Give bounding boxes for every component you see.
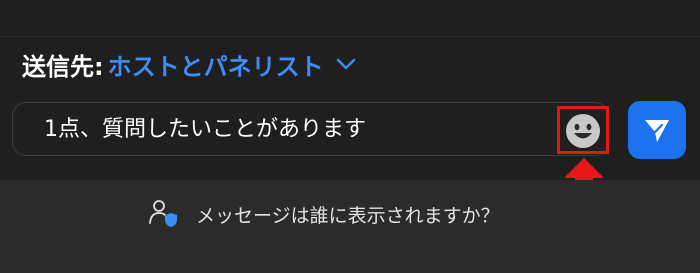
- user-shield-icon: [148, 197, 178, 231]
- chevron-down-icon[interactable]: [336, 58, 356, 70]
- recipient-value[interactable]: ホストとパネリスト: [108, 47, 324, 82]
- visibility-info-link[interactable]: メッセージは誰に表示されますか？: [148, 198, 500, 230]
- visibility-question: メッセージは誰に表示されますか？: [196, 204, 500, 227]
- divider: [0, 36, 700, 37]
- message-input[interactable]: 1点、質問したいことがあります: [12, 102, 609, 156]
- send-button[interactable]: [628, 101, 686, 159]
- message-input-text[interactable]: 1点、質問したいことがあります: [44, 115, 366, 145]
- send-icon: [645, 120, 669, 142]
- recipient-label: 送信先:: [22, 52, 104, 81]
- emoji-icon[interactable]: [564, 112, 602, 150]
- recipient-selector[interactable]: 送信先: ホストとパネリスト: [22, 44, 356, 84]
